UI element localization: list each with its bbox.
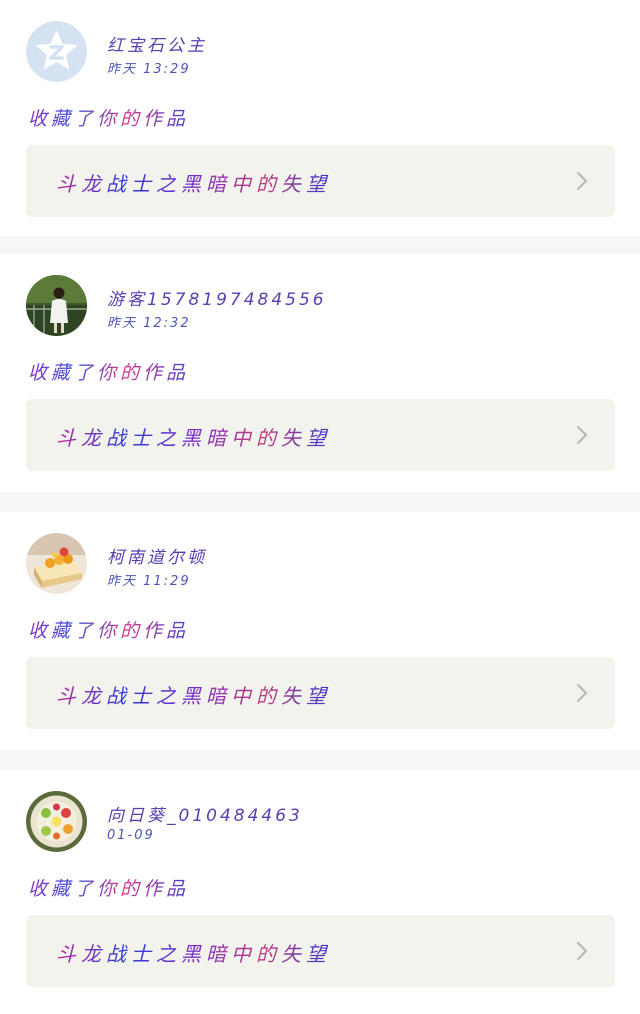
feed-item: 红宝石公主 昨天 13:29 收藏了你的作品 斗龙战士之黑暗中的失望 bbox=[0, 0, 640, 236]
default-star-avatar-icon bbox=[26, 21, 87, 82]
avatar[interactable] bbox=[26, 21, 87, 82]
photo-avatar-cake-icon bbox=[26, 533, 87, 594]
avatar[interactable] bbox=[26, 275, 87, 336]
collection-feed: 红宝石公主 昨天 13:29 收藏了你的作品 斗龙战士之黑暗中的失望 游客157… bbox=[0, 0, 640, 1014]
photo-avatar-girl-icon bbox=[26, 275, 87, 336]
work-title: 斗龙战士之黑暗中的失望 bbox=[56, 168, 331, 197]
feed-item: 向日葵_010484463 01-09 收藏了你的作品 斗龙战士之黑暗中的失望 bbox=[0, 770, 640, 1014]
action-text: 收藏了你的作品 bbox=[28, 104, 189, 131]
work-title: 斗龙战士之黑暗中的失望 bbox=[56, 422, 331, 451]
work-title: 斗龙战士之黑暗中的失望 bbox=[56, 938, 331, 967]
work-link[interactable]: 斗龙战士之黑暗中的失望 bbox=[26, 399, 615, 471]
action-text: 收藏了你的作品 bbox=[28, 616, 189, 643]
username[interactable]: 游客1578197484556 bbox=[107, 285, 327, 310]
timestamp: 01-09 bbox=[107, 828, 155, 843]
chevron-right-icon bbox=[576, 941, 588, 961]
timestamp: 昨天 13:29 bbox=[107, 62, 191, 77]
photo-avatar-fruit-plate-icon bbox=[26, 791, 87, 852]
work-title: 斗龙战士之黑暗中的失望 bbox=[56, 680, 331, 709]
chevron-right-icon bbox=[576, 171, 588, 191]
timestamp: 昨天 11:29 bbox=[107, 574, 191, 589]
feed-item: 柯南道尔顿 昨天 11:29 收藏了你的作品 斗龙战士之黑暗中的失望 bbox=[0, 512, 640, 750]
work-link[interactable]: 斗龙战士之黑暗中的失望 bbox=[26, 145, 615, 217]
feed-item: 游客1578197484556 昨天 12:32 收藏了你的作品 斗龙战士之黑暗… bbox=[0, 254, 640, 492]
timestamp: 昨天 12:32 bbox=[107, 316, 191, 331]
chevron-right-icon bbox=[576, 683, 588, 703]
work-link[interactable]: 斗龙战士之黑暗中的失望 bbox=[26, 915, 615, 987]
username[interactable]: 向日葵_010484463 bbox=[107, 801, 303, 826]
username[interactable]: 红宝石公主 bbox=[107, 31, 207, 56]
action-text: 收藏了你的作品 bbox=[28, 358, 189, 385]
username[interactable]: 柯南道尔顿 bbox=[107, 543, 207, 568]
chevron-right-icon bbox=[576, 425, 588, 445]
action-text: 收藏了你的作品 bbox=[28, 874, 189, 901]
avatar[interactable] bbox=[26, 791, 87, 852]
work-link[interactable]: 斗龙战士之黑暗中的失望 bbox=[26, 657, 615, 729]
avatar[interactable] bbox=[26, 533, 87, 594]
